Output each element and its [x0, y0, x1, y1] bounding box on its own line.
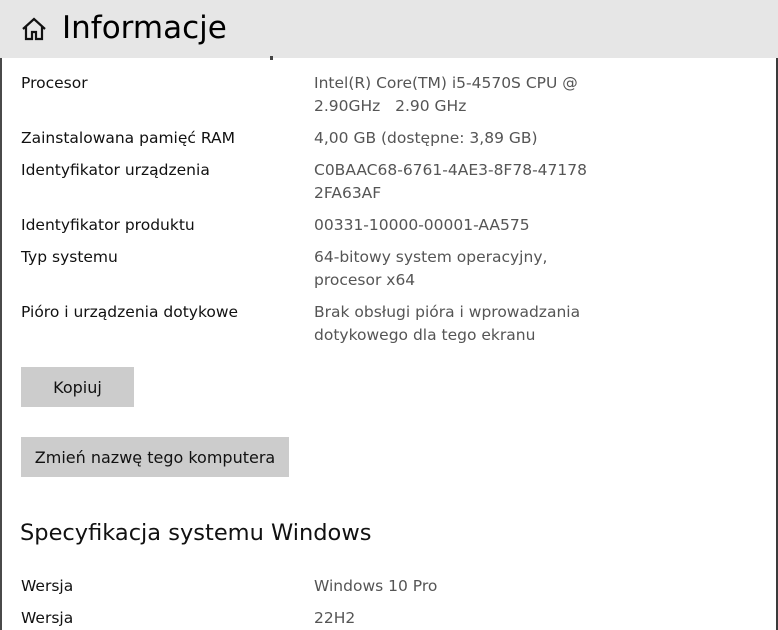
clipped-text-fragment: [270, 56, 273, 60]
spec-value: Brak obsługi pióra i wprowadzania dotyko…: [314, 303, 581, 344]
spec-value: 22H2: [314, 609, 356, 627]
spec-label: Typ systemu: [21, 248, 118, 266]
spec-label: Procesor: [21, 74, 88, 92]
spec-label: Identyfikator urządzenia: [21, 161, 210, 179]
title-bar: Informacje: [0, 0, 778, 58]
spec-label: Zainstalowana pamięć RAM: [21, 129, 235, 147]
copy-button[interactable]: Kopiuj: [21, 367, 134, 407]
rename-pc-button[interactable]: Zmień nazwę tego komputera: [21, 437, 289, 477]
spec-value: Intel(R) Core(TM) i5-4570S CPU @ 2.90GHz…: [314, 74, 583, 115]
spec-value: 4,00 GB (dostępne: 3,89 GB): [314, 129, 538, 147]
spec-value: C0BAAC68-6761-4AE3-8F78-47178 2FA63AF: [314, 161, 587, 202]
home-icon[interactable]: [21, 17, 47, 41]
spec-label: Wersja: [21, 609, 74, 627]
spec-value: 64-bitowy system operacyjny, procesor x6…: [314, 248, 548, 289]
page-title: Informacje: [62, 10, 227, 46]
spec-label: Identyfikator produktu: [21, 216, 195, 234]
spec-label: Pióro i urządzenia dotykowe: [21, 303, 239, 321]
spec-label: Wersja: [21, 577, 74, 595]
windows-spec-heading: Specyfikacja systemu Windows: [20, 520, 372, 546]
spec-value: 00331-10000-00001-AA575: [314, 216, 530, 234]
window-left-edge: [0, 58, 2, 630]
spec-value: Windows 10 Pro: [314, 577, 438, 595]
